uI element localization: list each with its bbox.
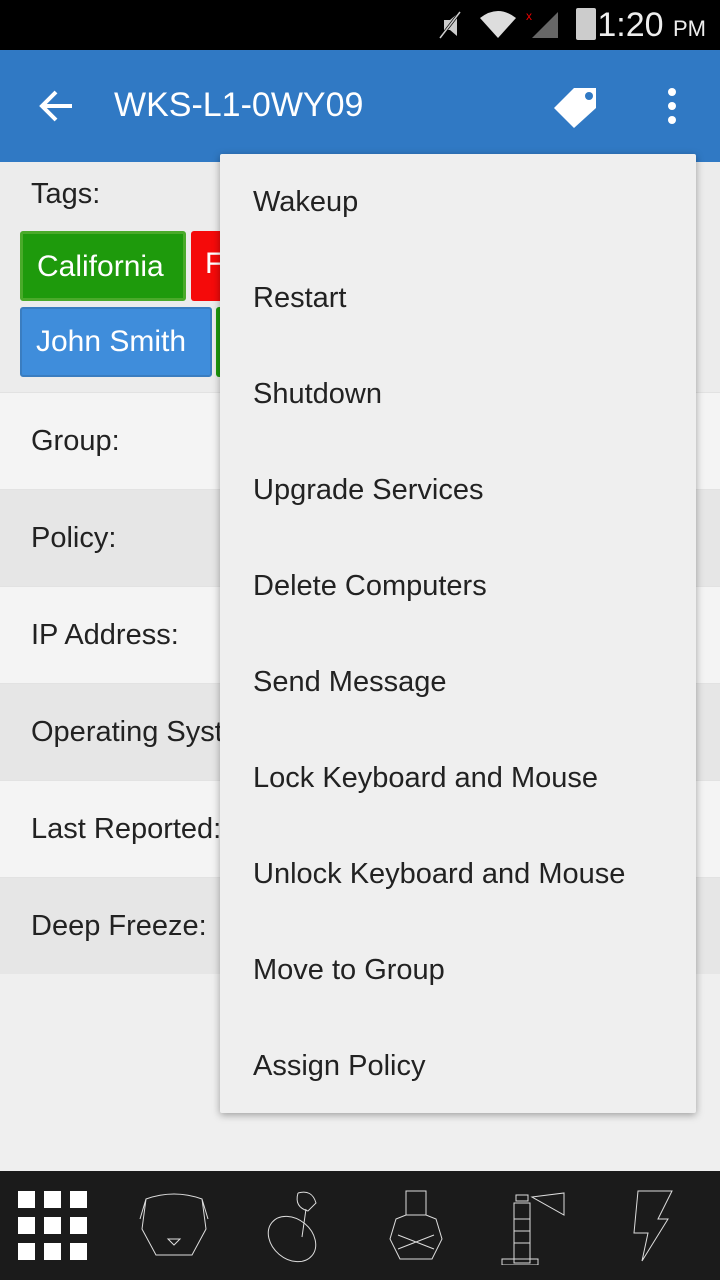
status-icons: x	[438, 9, 558, 39]
bottom-nav	[0, 1171, 720, 1280]
tags-label: Tags:	[31, 178, 101, 210]
overflow-menu: Wakeup Restart Shutdown Upgrade Services…	[220, 154, 696, 1113]
menu-item-unlock[interactable]: Unlock Keyboard and Mouse	[220, 826, 696, 922]
menu-item-shutdown[interactable]: Shutdown	[220, 346, 696, 442]
page-title: WKS-L1-0WY09	[114, 86, 364, 124]
wifi-icon	[480, 11, 516, 38]
menu-item-restart[interactable]: Restart	[220, 250, 696, 346]
bouncer-icon[interactable]	[380, 1189, 456, 1265]
menu-item-upgrade-services[interactable]: Upgrade Services	[220, 442, 696, 538]
field-label: IP Address:	[31, 619, 179, 651]
menu-item-move-to-group[interactable]: Move to Group	[220, 922, 696, 1018]
joystick-icon[interactable]	[262, 1189, 338, 1265]
signal-icon: x	[526, 9, 558, 38]
menu-item-wakeup[interactable]: Wakeup	[220, 154, 696, 250]
mute-icon	[438, 11, 462, 39]
grid-icon[interactable]	[18, 1191, 90, 1263]
menu-item-assign-policy[interactable]: Assign Policy	[220, 1018, 696, 1114]
more-options-icon[interactable]	[660, 86, 684, 126]
menu-item-lock[interactable]: Lock Keyboard and Mouse	[220, 730, 696, 826]
lightning-icon[interactable]	[628, 1189, 678, 1265]
svg-text:x: x	[526, 9, 532, 23]
field-label: Last Reported:	[31, 813, 222, 845]
clock: 1:20 PM	[597, 6, 706, 44]
menu-item-delete-computers[interactable]: Delete Computers	[220, 538, 696, 634]
back-arrow-icon[interactable]	[36, 86, 76, 126]
status-bar: x 1:20 PM	[0, 0, 720, 50]
field-label: Group:	[31, 425, 120, 457]
bear-icon[interactable]	[136, 1189, 212, 1265]
tag-icon[interactable]	[552, 84, 600, 128]
lighthouse-icon[interactable]	[500, 1189, 576, 1265]
app-bar: WKS-L1-0WY09	[0, 50, 720, 162]
battery-icon	[576, 8, 596, 40]
tag-chip[interactable]: California	[20, 231, 186, 301]
tag-chip[interactable]: John Smith	[20, 307, 212, 377]
menu-item-send-message[interactable]: Send Message	[220, 634, 696, 730]
field-label: Deep Freeze:	[31, 910, 207, 942]
field-label: Policy:	[31, 522, 117, 554]
